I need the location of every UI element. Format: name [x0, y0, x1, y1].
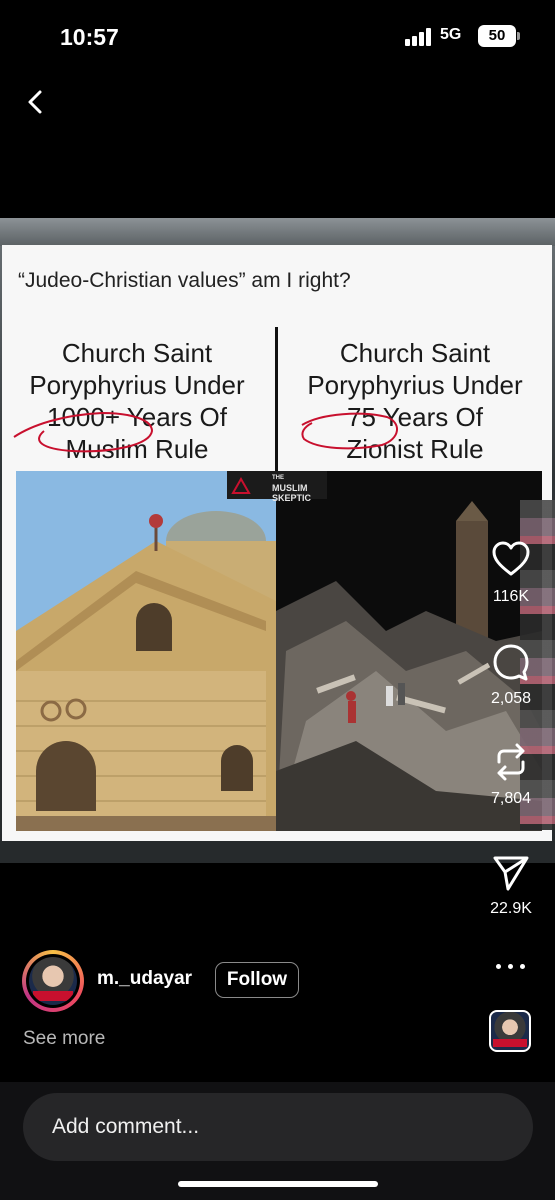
watermark-text: THE MUSLIM SKEPTIC — [272, 473, 311, 503]
chevron-left-icon — [28, 90, 42, 114]
meme-image: “Judeo-Christian values” am I right? Chu… — [2, 245, 552, 841]
repost-action[interactable]: 7,804 — [476, 742, 546, 808]
more-options-icon[interactable] — [494, 957, 528, 977]
heart-icon[interactable] — [491, 540, 531, 580]
share-count: 22.9K — [490, 900, 532, 917]
send-icon[interactable] — [491, 852, 531, 892]
author-username[interactable]: m._udayar — [97, 968, 192, 990]
add-comment-input[interactable] — [23, 1093, 533, 1161]
like-count: 116K — [492, 588, 530, 605]
follow-button[interactable]: Follow — [215, 962, 299, 998]
comment-count: 2,058 — [490, 690, 532, 707]
share-action[interactable]: 22.9K — [476, 852, 546, 918]
right-title-line: Church Saint — [339, 338, 491, 368]
media-top-edge — [0, 218, 555, 246]
see-more-link[interactable]: See more — [23, 1028, 105, 1050]
watermark-icon — [231, 476, 251, 494]
status-bar: 10:57 5G 50 — [0, 0, 555, 70]
watermark-line: SKEPTIC — [272, 493, 312, 503]
comment-bubble-icon[interactable] — [491, 642, 531, 682]
watermark-line: MUSLIM — [272, 483, 308, 493]
audio-thumbnail[interactable] — [489, 1010, 531, 1052]
like-action[interactable]: 116K — [476, 540, 546, 606]
post-media[interactable]: “Judeo-Christian values” am I right? Chu… — [0, 218, 555, 863]
thumbnail-badge — [493, 1039, 527, 1047]
cellular-signal-icon — [405, 28, 435, 46]
avatar-border — [26, 954, 80, 1008]
battery-icon: 50 — [478, 25, 520, 47]
network-type: 5G — [440, 26, 462, 43]
avatar-badge — [33, 991, 73, 1001]
avatar-image — [29, 957, 77, 1005]
church-intact-photo — [16, 471, 276, 831]
watermark-line: THE — [272, 475, 284, 481]
back-button[interactable] — [18, 82, 58, 122]
left-title-line: Church Saint — [61, 338, 213, 368]
comment-action[interactable]: 2,058 — [476, 642, 546, 708]
home-indicator — [178, 1181, 378, 1187]
author-avatar[interactable] — [22, 950, 84, 1012]
repost-count: 7,804 — [490, 790, 532, 807]
repost-icon[interactable] — [491, 742, 531, 782]
status-time: 10:57 — [60, 24, 119, 50]
annotation-circles — [13, 411, 398, 453]
meme-caption: “Judeo-Christian values” am I right? — [18, 269, 351, 292]
